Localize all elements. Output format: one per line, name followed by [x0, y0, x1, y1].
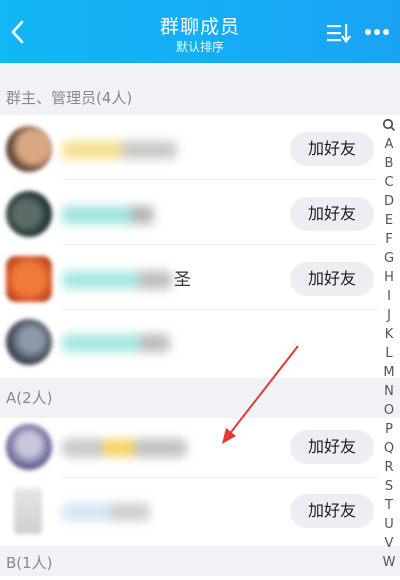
- avatar: [6, 319, 52, 365]
- index-letter-w[interactable]: W: [378, 553, 400, 572]
- add-friend-button[interactable]: 加好友: [290, 197, 374, 231]
- member-row[interactable]: 加好友: [0, 418, 378, 478]
- index-letter-s[interactable]: S: [378, 477, 400, 496]
- alphabet-index[interactable]: ABCDEFGHIJKLMNOPQRSTUVW: [378, 115, 400, 572]
- index-letter-l[interactable]: L: [378, 344, 400, 363]
- index-letters: ABCDEFGHIJKLMNOPQRSTUVW: [378, 135, 400, 572]
- divider: [62, 309, 378, 310]
- section-header-a: A(2人): [0, 378, 400, 418]
- index-letter-k[interactable]: K: [378, 325, 400, 344]
- member-name-tail: 圣: [174, 270, 191, 290]
- index-letter-e[interactable]: E: [378, 211, 400, 230]
- index-letter-a[interactable]: A: [378, 135, 400, 154]
- member-name-obscured: [62, 334, 170, 352]
- index-letter-m[interactable]: M: [378, 363, 400, 382]
- index-letter-b[interactable]: B: [378, 154, 400, 173]
- add-friend-button[interactable]: 加好友: [290, 494, 374, 528]
- member-name-obscured: [62, 503, 150, 521]
- member-row[interactable]: [0, 313, 378, 373]
- index-letter-n[interactable]: N: [378, 382, 400, 401]
- title-bar: 群聊成员 默认排序: [0, 0, 400, 63]
- avatar: [14, 488, 42, 534]
- index-letter-v[interactable]: V: [378, 534, 400, 553]
- index-letter-u[interactable]: U: [378, 515, 400, 534]
- more-icon[interactable]: [364, 27, 390, 37]
- member-name-obscured: [62, 439, 187, 457]
- index-letter-g[interactable]: G: [378, 249, 400, 268]
- member-row[interactable]: 加好友: [0, 120, 378, 180]
- index-letter-t[interactable]: T: [378, 496, 400, 515]
- add-friend-button[interactable]: 加好友: [290, 262, 374, 296]
- section-header-admins: 群主、管理员(4人): [0, 63, 400, 115]
- index-letter-c[interactable]: C: [378, 173, 400, 192]
- index-letter-d[interactable]: D: [378, 192, 400, 211]
- member-row[interactable]: 圣 加好友: [0, 250, 378, 310]
- sort-icon[interactable]: [326, 22, 352, 44]
- member-row[interactable]: 加好友: [0, 482, 378, 542]
- index-letter-o[interactable]: O: [378, 401, 400, 420]
- member-row[interactable]: 加好友: [0, 185, 378, 245]
- annotation-arrow: [222, 345, 299, 444]
- index-letter-q[interactable]: Q: [378, 439, 400, 458]
- index-letter-h[interactable]: H: [378, 268, 400, 287]
- add-friend-button[interactable]: 加好友: [290, 132, 374, 166]
- search-icon[interactable]: [378, 115, 400, 135]
- divider: [62, 477, 378, 478]
- avatar: [6, 126, 52, 172]
- section-header-b: B(1人): [0, 546, 400, 576]
- avatar: [6, 191, 52, 237]
- index-letter-f[interactable]: F: [378, 230, 400, 249]
- member-name-obscured: [62, 206, 154, 224]
- index-letter-i[interactable]: I: [378, 287, 400, 306]
- avatar: [6, 256, 52, 302]
- index-letter-j[interactable]: J: [378, 306, 400, 325]
- divider: [62, 179, 378, 180]
- index-letter-r[interactable]: R: [378, 458, 400, 477]
- index-letter-p[interactable]: P: [378, 420, 400, 439]
- member-name-obscured: [62, 141, 177, 159]
- member-name-obscured: [62, 271, 172, 289]
- avatar: [6, 424, 52, 470]
- divider: [62, 244, 378, 245]
